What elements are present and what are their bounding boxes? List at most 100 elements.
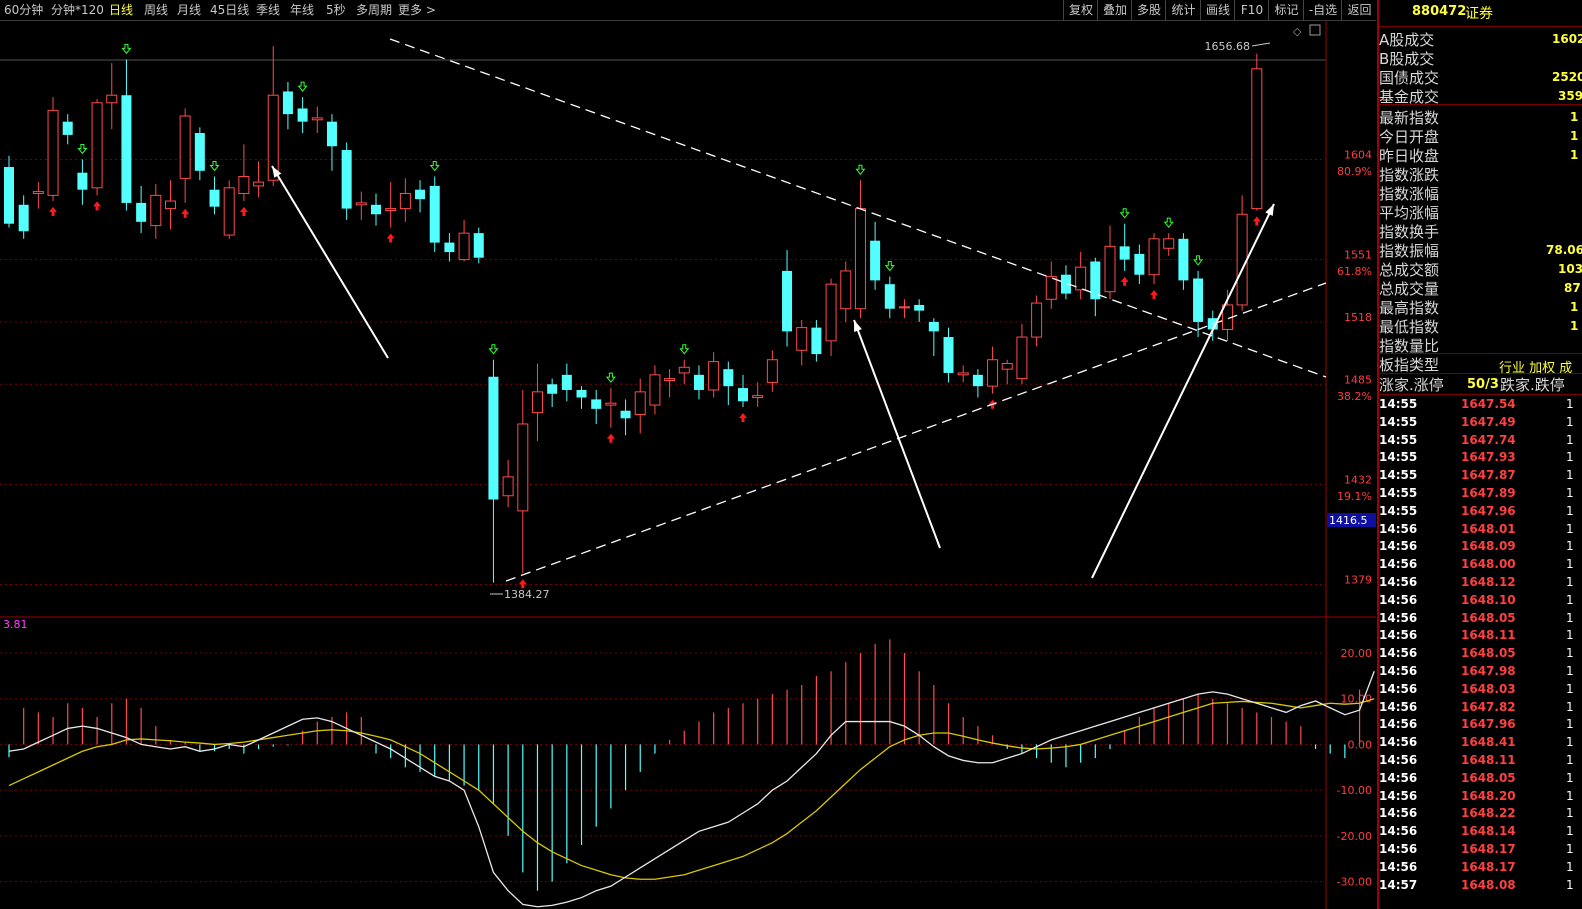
tick-time: 14:56 bbox=[1379, 664, 1418, 678]
stat-label: 指数涨跌 bbox=[1379, 166, 1440, 184]
tick-price: 1647.74 bbox=[1461, 432, 1516, 447]
stat-label: 指数涨幅 bbox=[1379, 185, 1440, 203]
toolbar-button[interactable]: 标记 bbox=[1268, 0, 1304, 20]
candle-body bbox=[473, 233, 484, 258]
tick-volume: 1 bbox=[1566, 468, 1574, 483]
tick-price: 1647.54 bbox=[1461, 397, 1516, 411]
candle-body bbox=[605, 402, 617, 406]
tick-time: 14:56 bbox=[1379, 735, 1418, 750]
stat-label: B股成交 bbox=[1379, 50, 1435, 68]
candle-body bbox=[47, 109, 59, 196]
macd-axis-label: -10.00 bbox=[1337, 784, 1372, 797]
tick-time: 14:56 bbox=[1379, 646, 1418, 661]
toolbar-button[interactable]: 叠加 bbox=[1097, 0, 1132, 20]
candle-body bbox=[591, 399, 602, 409]
tick-volume: 1 bbox=[1566, 859, 1574, 874]
candle-body bbox=[634, 391, 646, 416]
support-trendline bbox=[505, 282, 1327, 582]
stat-value: 2520 bbox=[1552, 70, 1582, 84]
price-axis-label: 1518 bbox=[1344, 311, 1372, 324]
percent-axis-label: 61.8% bbox=[1337, 265, 1372, 278]
candle-body bbox=[311, 117, 323, 121]
macd-indicator-label: 3.81 bbox=[3, 618, 28, 631]
period-tab[interactable]: 年线 bbox=[290, 3, 314, 17]
sell-signal-icon bbox=[1163, 217, 1174, 228]
candle-body bbox=[297, 108, 308, 122]
sell-signal-icon bbox=[855, 164, 866, 176]
tick-time: 14:56 bbox=[1379, 859, 1418, 874]
tick-volume: 1 bbox=[1566, 753, 1574, 767]
toolbar-button[interactable]: F10 bbox=[1234, 0, 1269, 20]
period-tab[interactable]: 更多 > bbox=[398, 3, 436, 17]
candle-body bbox=[1236, 213, 1248, 306]
security-code: 880472 bbox=[1412, 4, 1467, 19]
tick-time: 14:55 bbox=[1379, 468, 1418, 483]
period-tab[interactable]: 月线 bbox=[177, 3, 201, 17]
buy-signal-icon bbox=[181, 208, 190, 218]
buy-signal-icon bbox=[518, 579, 527, 589]
toolbar-button[interactable]: 统计 bbox=[1165, 0, 1201, 20]
candle-body bbox=[693, 374, 704, 390]
toolbar-button[interactable]: 多股 bbox=[1131, 0, 1166, 20]
price-axis-label: 1551 bbox=[1344, 249, 1372, 262]
up-count-value: 50/3 bbox=[1467, 377, 1499, 392]
candle-body bbox=[854, 208, 866, 310]
price-axis-label: 1379 bbox=[1344, 574, 1372, 587]
candle-body bbox=[355, 202, 367, 206]
tick-volume: 1 bbox=[1566, 414, 1574, 429]
candle-body bbox=[238, 175, 250, 194]
stat-label: 指数换手 bbox=[1379, 223, 1440, 241]
stat-value: 1 bbox=[1570, 129, 1579, 143]
candle-body bbox=[458, 232, 470, 261]
candle-body bbox=[415, 189, 426, 200]
high-price-label: 1656.68 bbox=[1205, 40, 1251, 53]
candle-body bbox=[209, 189, 220, 207]
candle-body bbox=[371, 204, 381, 215]
period-tab[interactable]: 60分钟 bbox=[4, 3, 43, 17]
candle-body bbox=[1251, 68, 1263, 210]
stat-label: 今日开盘 bbox=[1379, 128, 1440, 146]
toolbar-button[interactable]: 复权 bbox=[1063, 0, 1098, 20]
period-tab[interactable]: 分钟*120 bbox=[51, 3, 104, 17]
period-tab[interactable]: 多周期 bbox=[356, 3, 392, 17]
tick-volume: 1 bbox=[1566, 646, 1574, 661]
stat-value: 1602 bbox=[1552, 32, 1582, 46]
period-tab[interactable]: 5秒 bbox=[326, 3, 346, 17]
tick-time: 14:56 bbox=[1379, 628, 1418, 643]
candle-body bbox=[91, 102, 103, 189]
tick-time: 14:56 bbox=[1379, 824, 1418, 839]
candle-body bbox=[898, 306, 910, 309]
tick-price: 1648.22 bbox=[1461, 806, 1516, 821]
period-tab[interactable]: 周线 bbox=[144, 3, 168, 17]
tick-time: 14:56 bbox=[1379, 521, 1418, 536]
candle-body bbox=[884, 284, 895, 309]
buy-signal-icon bbox=[1120, 276, 1129, 286]
sell-signal-icon bbox=[297, 81, 308, 92]
tick-volume: 1 bbox=[1566, 877, 1574, 892]
candle-body bbox=[723, 369, 734, 387]
tick-time: 14:56 bbox=[1379, 610, 1418, 625]
macd-dea-line bbox=[8, 698, 1375, 880]
period-tab[interactable]: 45日线 bbox=[210, 3, 249, 17]
period-tab[interactable]: 日线 bbox=[109, 3, 133, 17]
tick-time: 14:56 bbox=[1379, 575, 1418, 589]
sell-signal-icon bbox=[605, 372, 616, 383]
toolbar-button[interactable]: -自选 bbox=[1303, 0, 1342, 20]
tick-price: 1648.01 bbox=[1461, 521, 1516, 536]
tick-price: 1648.05 bbox=[1461, 610, 1516, 625]
tick-volume: 1 bbox=[1566, 521, 1574, 536]
tick-price: 1648.11 bbox=[1461, 753, 1516, 767]
price-axis-label: 1485 bbox=[1344, 373, 1372, 386]
tick-price: 1648.08 bbox=[1461, 877, 1516, 892]
period-tab[interactable]: 季线 bbox=[256, 3, 280, 17]
candle-body bbox=[547, 384, 558, 394]
buy-signal-icon bbox=[606, 433, 615, 443]
kline-chart[interactable]: 1604 1551 1518 1485 1432 1379 80.9% 61.8% 38.2% 1… bbox=[0, 21, 1376, 909]
toolbar-button[interactable]: 返回 bbox=[1341, 0, 1377, 20]
period-toolbar: 60分钟 分钟*120 日线 周线 月线 45日线 季线 年线 5秒 多周期 更多 > 复权 叠加 多股统… bbox=[0, 0, 1376, 21]
candle-body bbox=[341, 150, 352, 209]
current-price-tag-text: 1416.5 bbox=[1329, 514, 1368, 527]
toolbar-button[interactable]: 画线 bbox=[1200, 0, 1235, 20]
tick-time: 14:56 bbox=[1379, 681, 1418, 696]
tick-time: 14:56 bbox=[1379, 557, 1418, 572]
